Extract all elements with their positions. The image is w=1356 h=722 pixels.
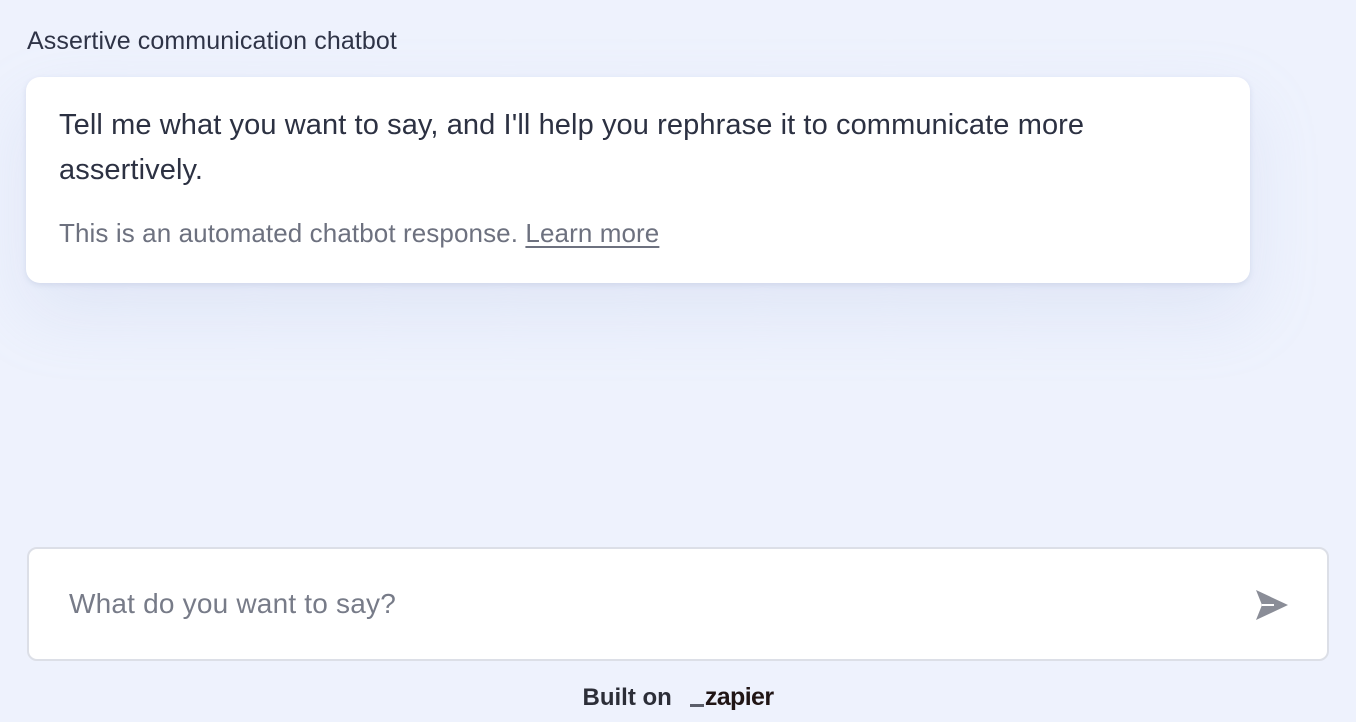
- message-input[interactable]: [69, 549, 1239, 659]
- zapier-logo-mark: [689, 704, 704, 707]
- message-composer: [27, 547, 1329, 661]
- bot-message: Tell me what you want to say, and I'll h…: [26, 77, 1250, 283]
- send-icon: [1256, 590, 1288, 620]
- disclaimer-text: This is an automated chatbot response.: [59, 218, 519, 248]
- send-button[interactable]: [1253, 587, 1291, 623]
- zapier-logo[interactable]: zapier: [689, 683, 774, 712]
- automated-response-disclaimer: This is an automated chatbot response. L…: [59, 218, 1217, 249]
- learn-more-link[interactable]: Learn more: [525, 218, 659, 248]
- page-title: Assertive communication chatbot: [27, 27, 397, 55]
- bot-message-text: Tell me what you want to say, and I'll h…: [59, 109, 1085, 186]
- chatbot-page: Assertive communication chatbot Tell me …: [0, 0, 1356, 722]
- built-on-label: Built on: [582, 683, 672, 711]
- zapier-logo-text: zapier: [704, 683, 774, 711]
- footer: Built on zapier: [0, 683, 1356, 712]
